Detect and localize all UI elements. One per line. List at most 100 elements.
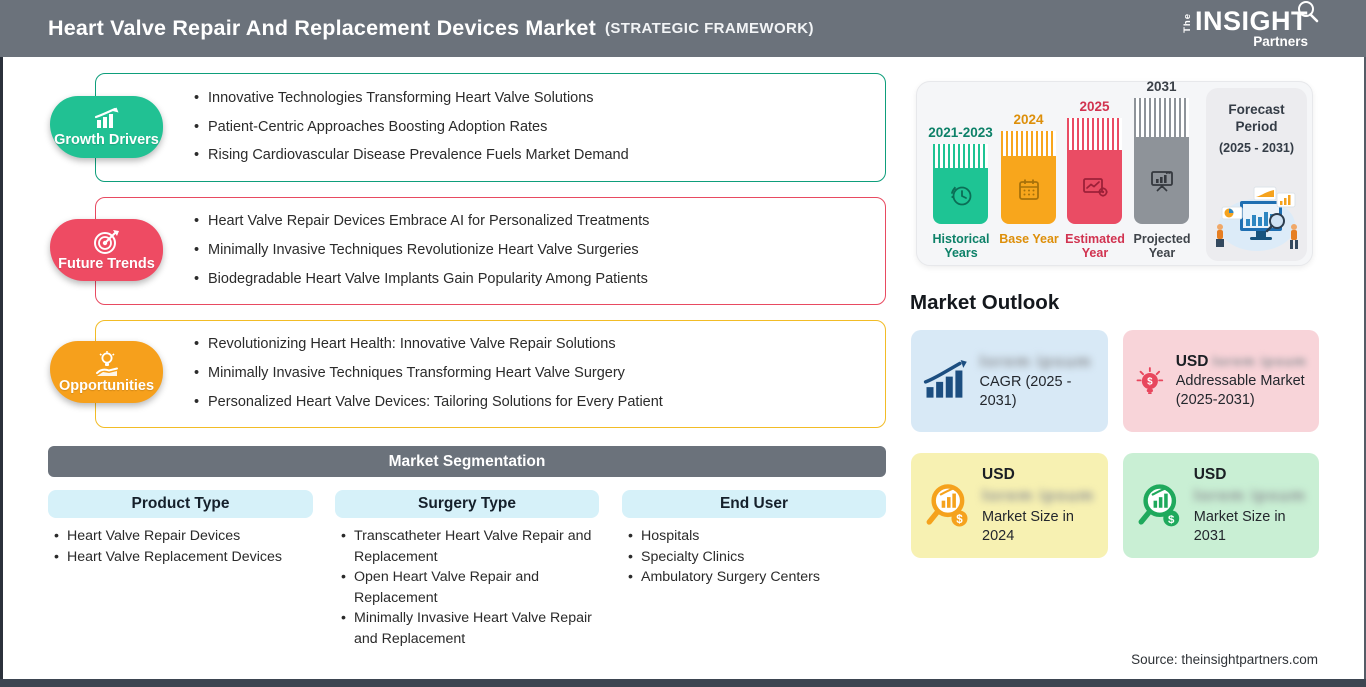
growth-arrow-chart-icon <box>923 359 967 398</box>
bar-body <box>1001 156 1056 224</box>
opportunity-item: Revolutionizing Heart Health: Innovative… <box>194 336 869 353</box>
header-bar: Heart Valve Repair And Replacement Devic… <box>0 0 1366 57</box>
blurred-value: lorem ipsum <box>982 486 1095 506</box>
segment-item: Specialty Clinics <box>628 547 880 568</box>
outlook-card-addressable-market: $ USD lorem ipsum Addressable Market (20… <box>1123 330 1319 432</box>
research-timeline-panel: 2021-2023 2024 2025 2031 Historical Year… <box>916 79 1313 266</box>
segment-column-header: Product Type <box>48 490 313 518</box>
card-label: Market Size in 2031 <box>1193 508 1286 544</box>
segment-column-header: End User <box>622 490 886 518</box>
bar-stripe-cap <box>933 144 988 168</box>
insight-partners-logo: The INSIGHT Partners <box>1182 1 1319 49</box>
card-text: USD lorem ipsum Addressable Market (2025… <box>1176 352 1307 411</box>
market-segmentation-title: Market Segmentation <box>388 452 546 470</box>
future-trends-box: Heart Valve Repair Devices Embrace AI fo… <box>95 197 886 305</box>
card-text: USD lorem ipsum Market Size in 2024 <box>982 465 1096 546</box>
segment-item: Heart Valve Replacement Devices <box>54 547 306 568</box>
outlook-card-market-size-2031: $ USD lorem ipsum Market Size in 2031 <box>1123 453 1319 558</box>
timeline-year: 2024 <box>1013 112 1044 127</box>
timeline-year: 2031 <box>1146 79 1177 94</box>
page-subtitle: (STRATEGIC FRAMEWORK) <box>604 20 814 37</box>
timeline-bar-historical: 2021-2023 <box>928 125 993 224</box>
logo-partners-text: Partners <box>1253 34 1308 49</box>
bar-body <box>933 168 988 224</box>
forecast-period-title: Forecast Period <box>1228 102 1285 134</box>
badge-label: Future Trends <box>58 255 155 272</box>
card-label: Market Size in 2024 <box>982 508 1074 544</box>
logo-insight-text: INSIGHT <box>1194 6 1308 36</box>
frame-left-border <box>0 57 3 687</box>
forecast-period-box: Forecast Period (2025 - 2031) <box>1206 88 1307 261</box>
card-label: Addressable Market (2025-2031) <box>1175 373 1305 409</box>
future-trend-item: Heart Valve Repair Devices Embrace AI fo… <box>194 213 869 230</box>
bar-body <box>1067 150 1122 224</box>
target-icon <box>93 229 119 254</box>
frame-bottom-border <box>0 679 1366 687</box>
segment-item: Hospitals <box>628 526 880 547</box>
card-text: lorem ipsum CAGR (2025 - 2031) <box>980 351 1096 412</box>
segment-item: Heart Valve Repair Devices <box>54 526 306 547</box>
market-segmentation-bar: Market Segmentation <box>48 446 886 477</box>
bar-chart-rising-icon <box>94 107 118 128</box>
magnifier-chart-dollar-icon: $ <box>926 483 968 526</box>
timeline-bar-projected: 2031 <box>1134 79 1189 224</box>
usd-label: USD <box>982 465 1015 483</box>
magnifier-chart-dollar-icon: $ <box>1138 483 1180 526</box>
blurred-value: lorem ipsum <box>1193 486 1306 506</box>
badge-label: Growth Drivers <box>54 131 159 148</box>
chart-gear-icon <box>1082 178 1108 197</box>
segment-item: Minimally Invasive Heart Valve Repair an… <box>341 608 593 649</box>
opportunity-item: Personalized Heart Valve Devices: Tailor… <box>194 394 869 411</box>
opportunities-list: Revolutionizing Heart Health: Innovative… <box>96 321 885 427</box>
source-link[interactable]: Source: theinsightpartners.com <box>1131 652 1318 667</box>
blurred-value: lorem ipsum <box>979 351 1092 371</box>
opportunities-badge: Opportunities <box>50 341 163 403</box>
presentation-chart-icon <box>1150 170 1173 192</box>
growth-drivers-badge: Growth Drivers <box>50 96 163 158</box>
segment-item: Open Heart Valve Repair and Replacement <box>341 567 593 608</box>
usd-label: USD <box>1193 465 1227 483</box>
card-label: CAGR (2025 - 2031) <box>979 374 1072 410</box>
growth-drivers-list: Innovative Technologies Transforming Hea… <box>96 74 885 181</box>
timeline-year: 2021-2023 <box>928 125 993 140</box>
bar-stripe-cap <box>1134 98 1189 137</box>
segment-item: Transcatheter Heart Valve Repair and Rep… <box>341 526 593 567</box>
market-outlook-title: Market Outlook <box>910 291 1060 314</box>
svg-text:$: $ <box>1168 513 1175 525</box>
badge-label: Opportunities <box>58 377 155 394</box>
svg-text:$: $ <box>1147 377 1153 388</box>
bar-body <box>1134 137 1189 224</box>
card-text: USD lorem ipsum Market Size in 2031 <box>1194 465 1307 546</box>
growth-driver-item: Patient-Centric Approaches Boosting Adop… <box>194 119 869 136</box>
calendar-icon <box>1018 179 1039 200</box>
opportunity-item: Minimally Invasive Techniques Transformi… <box>194 365 869 382</box>
segment-item-list: Hospitals Specialty Clinics Ambulatory S… <box>622 526 880 588</box>
usd-label: USD <box>1175 352 1209 370</box>
segment-column-product-type: Product Type Heart Valve Repair Devices … <box>48 490 313 567</box>
outlook-card-market-size-2024: $ USD lorem ipsum Market Size in 2024 <box>911 453 1108 558</box>
future-trend-item: Biodegradable Heart Valve Implants Gain … <box>194 271 869 288</box>
timeline-bar-estimated: 2025 <box>1067 99 1122 224</box>
growth-driver-item: Innovative Technologies Transforming Hea… <box>194 90 869 107</box>
clock-history-icon <box>950 186 971 206</box>
growth-driver-item: Rising Cardiovascular Disease Prevalence… <box>194 148 869 165</box>
bar-stripe-cap <box>1067 118 1122 150</box>
segment-item-list: Heart Valve Repair Devices Heart Valve R… <box>48 526 306 567</box>
magnifier-icon <box>1298 1 1319 23</box>
analytics-illustration <box>1216 186 1298 251</box>
growth-drivers-box: Innovative Technologies Transforming Hea… <box>95 73 886 182</box>
forecast-period-range: (2025 - 2031) <box>1218 140 1295 155</box>
outlook-card-cagr: lorem ipsum CAGR (2025 - 2031) <box>911 330 1108 432</box>
timeline-bar-caption: Projected Year <box>1133 232 1191 261</box>
bulb-dollar-icon: $ <box>1136 367 1164 395</box>
segment-column-end-user: End User Hospitals Specialty Clinics Amb… <box>622 490 886 588</box>
opportunities-box: Revolutionizing Heart Health: Innovative… <box>95 320 886 428</box>
hand-lightbulb-icon <box>95 350 118 376</box>
blurred-value: lorem ipsum <box>1212 352 1307 369</box>
segment-column-surgery-type: Surgery Type Transcatheter Heart Valve R… <box>335 490 599 649</box>
future-trend-item: Minimally Invasive Techniques Revolution… <box>194 242 869 259</box>
svg-text:$: $ <box>956 513 963 525</box>
future-trends-list: Heart Valve Repair Devices Embrace AI fo… <box>96 198 885 304</box>
segment-item: Ambulatory Surgery Centers <box>628 567 880 588</box>
page-title: Heart Valve Repair And Replacement Devic… <box>48 16 596 40</box>
